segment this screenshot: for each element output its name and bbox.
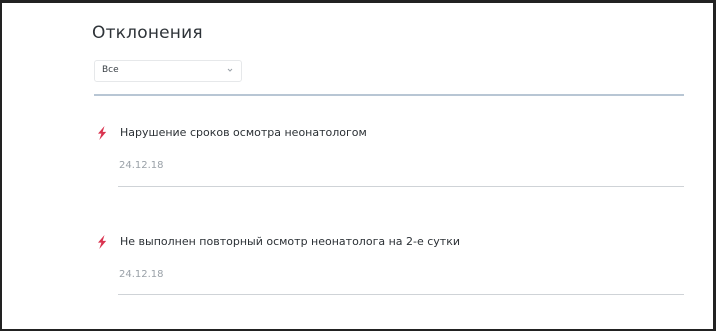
deviation-title: Нарушение сроков осмотра неонатологом	[120, 126, 367, 139]
lightning-icon	[98, 235, 107, 249]
filter-select[interactable]: Все	[94, 60, 242, 82]
deviations-panel: Отклонения Все Нарушение сроков осмотра …	[0, 0, 716, 331]
deviation-date: 24.12.18	[119, 269, 164, 280]
deviation-item[interactable]: Нарушение сроков осмотра неонатологом 24…	[94, 121, 684, 201]
filter-selected-value: Все	[102, 65, 119, 75]
item-divider	[118, 294, 684, 295]
item-divider	[118, 186, 684, 187]
deviation-date: 24.12.18	[119, 160, 164, 171]
chevron-down-icon	[227, 68, 233, 72]
deviation-item[interactable]: Не выполнен повторный осмотр неонатолога…	[94, 230, 684, 310]
header-divider	[94, 94, 684, 96]
panel-title: Отклонения	[92, 23, 203, 43]
deviation-title: Не выполнен повторный осмотр неонатолога…	[120, 235, 461, 248]
lightning-icon	[98, 126, 107, 140]
